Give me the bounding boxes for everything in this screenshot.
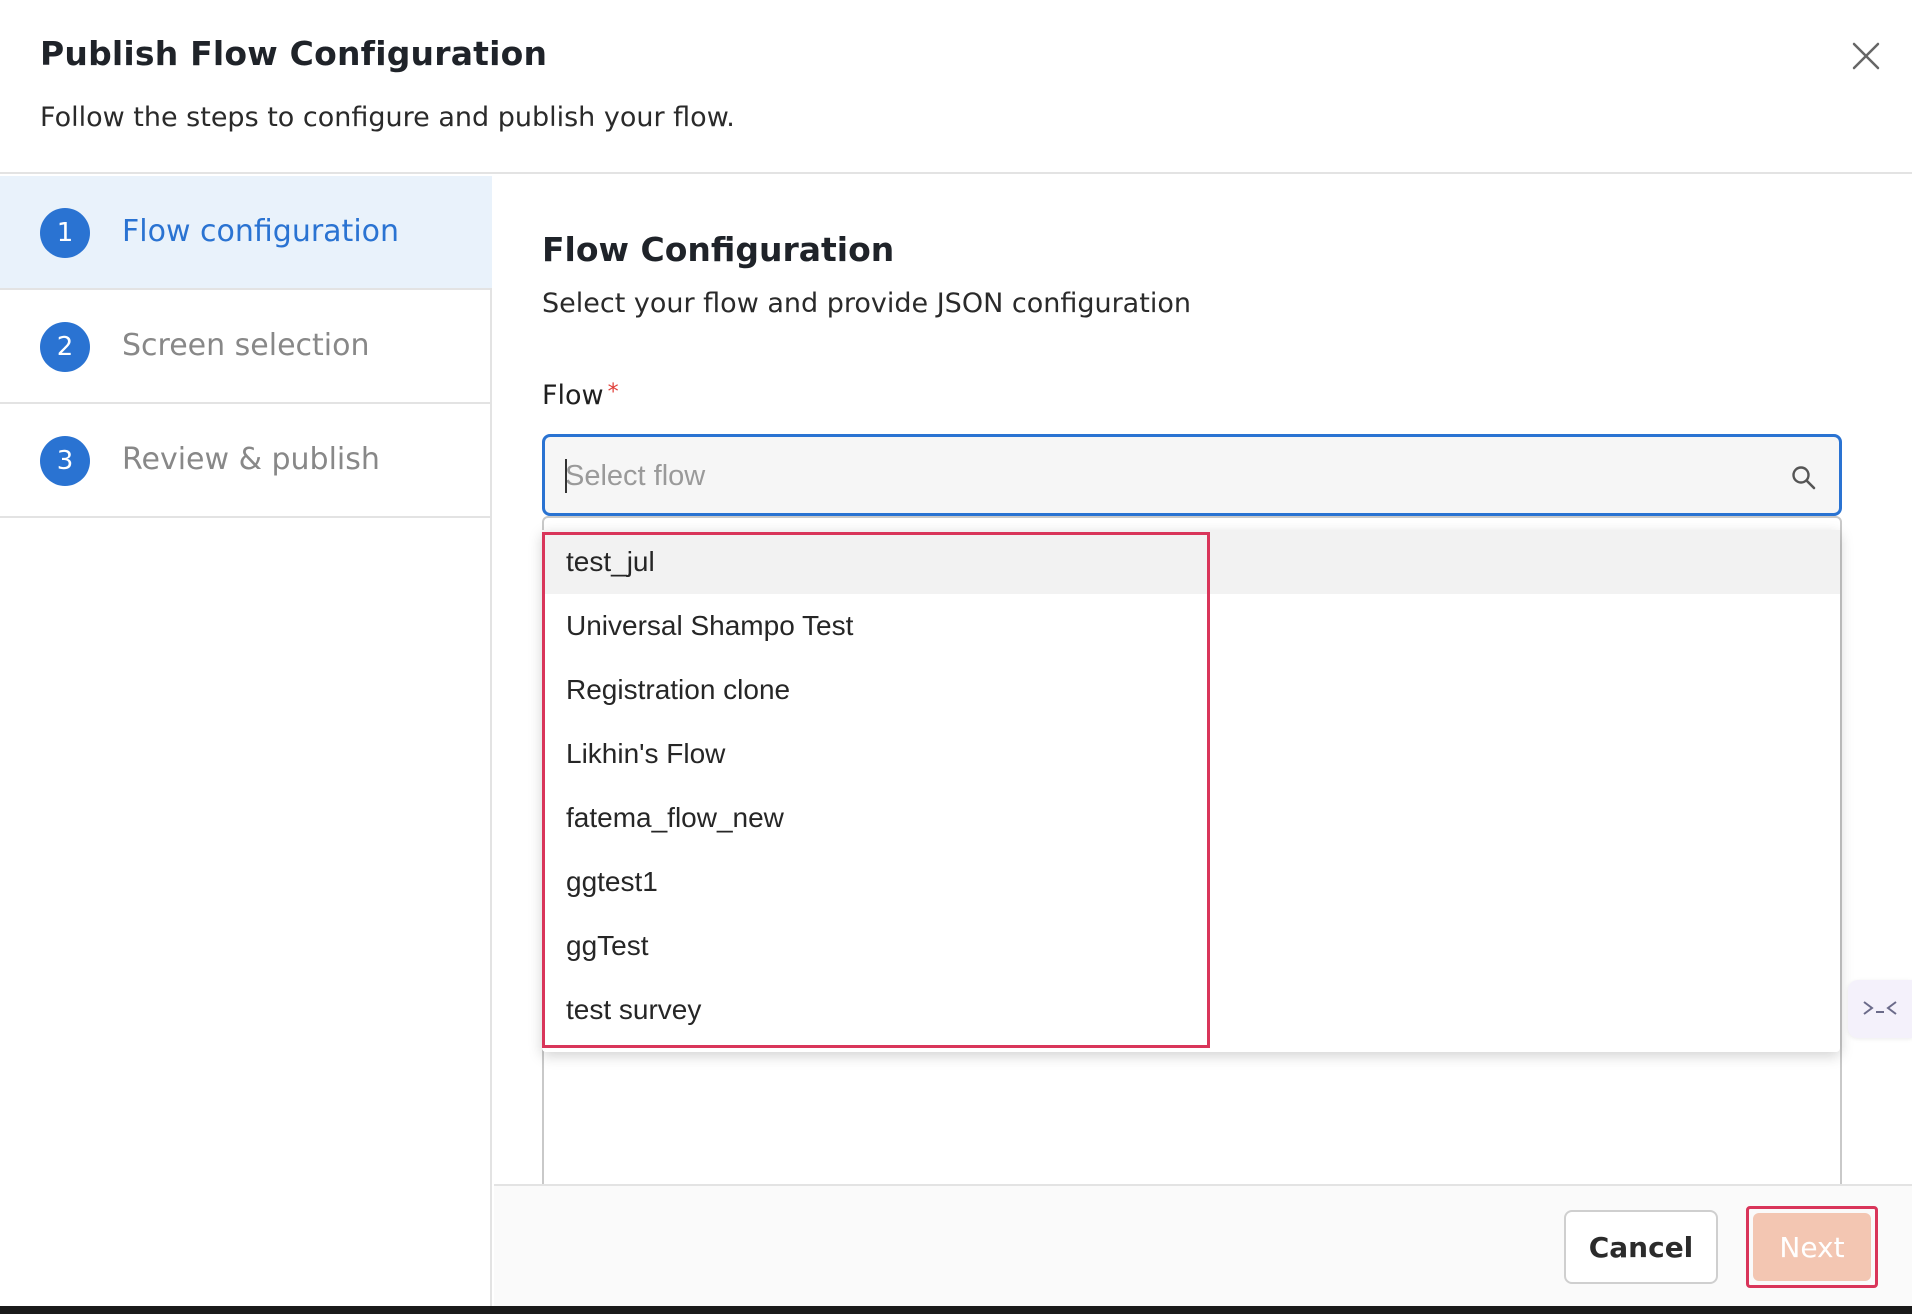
flow-search-input[interactable]	[565, 451, 1745, 501]
option-label: Registration clone	[566, 674, 791, 705]
flow-label-text: Flow	[542, 380, 604, 411]
publish-flow-dialog: Publish Flow Configuration Follow the st…	[0, 0, 1912, 1314]
flow-field-label: Flow *	[542, 380, 619, 411]
dropdown-option[interactable]: Universal Shampo Test	[542, 594, 1840, 658]
dialog-subtitle: Follow the steps to configure and publis…	[40, 102, 735, 133]
step-number-badge: 2	[40, 322, 90, 372]
step-label: Review & publish	[122, 442, 380, 477]
next-button-highlight: Next	[1746, 1206, 1878, 1288]
close-icon	[1852, 42, 1880, 70]
option-label: Likhin's Flow	[566, 738, 726, 769]
step-screen-selection[interactable]: 2 Screen selection	[0, 290, 492, 404]
dialog-title: Publish Flow Configuration	[40, 34, 548, 73]
next-button[interactable]: Next	[1753, 1213, 1871, 1281]
window-bottom-edge	[0, 1306, 1912, 1314]
steps-sidebar: 1 Flow configuration 2 Screen selection …	[0, 176, 492, 1314]
option-label: test survey	[566, 994, 702, 1025]
flow-dropdown-menu: test_jul Universal Shampo Test Registrat…	[542, 530, 1840, 1052]
dropdown-option[interactable]: ggTest	[542, 914, 1840, 978]
option-label: ggtest1	[566, 866, 658, 897]
dropdown-option[interactable]: test_jul	[542, 530, 1840, 594]
step-number-badge: 1	[40, 208, 90, 258]
section-description: Select your flow and provide JSON config…	[542, 288, 1191, 319]
assistant-widget[interactable]	[1848, 980, 1912, 1038]
dropdown-option[interactable]: test survey	[542, 978, 1840, 1042]
dropdown-option[interactable]: Likhin's Flow	[542, 722, 1840, 786]
dropdown-option[interactable]: fatema_flow_new	[542, 786, 1840, 850]
flow-select[interactable]	[542, 434, 1842, 516]
dropdown-option[interactable]: ggtest1	[542, 850, 1840, 914]
dropdown-option[interactable]: Registration clone	[542, 658, 1840, 722]
option-label: Universal Shampo Test	[566, 610, 854, 641]
close-button[interactable]	[1842, 32, 1890, 80]
step-label: Flow configuration	[122, 214, 400, 249]
step-number-badge: 3	[40, 436, 90, 486]
cancel-button[interactable]: Cancel	[1564, 1210, 1718, 1284]
step-label: Screen selection	[122, 328, 370, 363]
text-cursor	[565, 459, 567, 493]
option-label: test_jul	[566, 546, 655, 577]
required-asterisk: *	[607, 380, 619, 405]
assistant-widget-icon	[1863, 1001, 1897, 1015]
step-review-publish[interactable]: 3 Review & publish	[0, 404, 492, 518]
dialog-header: Publish Flow Configuration Follow the st…	[0, 0, 1912, 174]
section-title: Flow Configuration	[542, 230, 895, 269]
dialog-footer: Cancel Next	[494, 1184, 1912, 1312]
option-label: fatema_flow_new	[566, 802, 784, 833]
search-icon	[1792, 466, 1816, 490]
option-label: ggTest	[566, 930, 649, 961]
step-flow-configuration[interactable]: 1 Flow configuration	[0, 176, 492, 290]
